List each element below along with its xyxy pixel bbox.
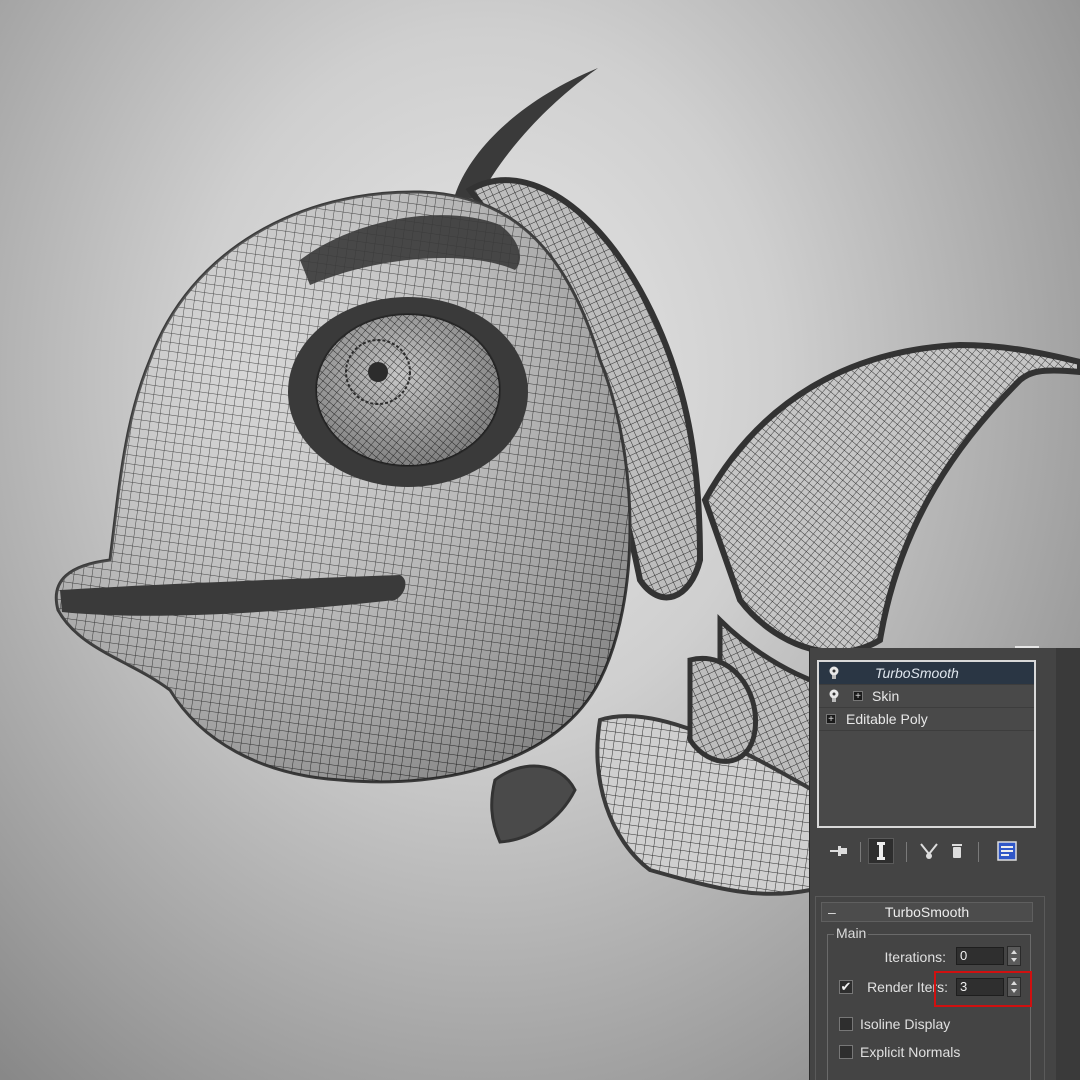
collapse-icon[interactable]: – xyxy=(828,903,836,921)
spinner-up-icon[interactable] xyxy=(1011,950,1017,954)
render-iters-checkbox[interactable]: ✔ xyxy=(839,980,853,994)
explicit-normals-label: Explicit Normals xyxy=(860,1044,961,1060)
iterations-spinner[interactable] xyxy=(1007,946,1021,966)
spinner-down-icon[interactable] xyxy=(1011,958,1017,962)
configure-modifier-sets-icon xyxy=(997,841,1017,861)
rollout-title: TurboSmooth xyxy=(884,904,970,920)
make-unique-button[interactable] xyxy=(916,838,942,864)
show-end-result-icon xyxy=(877,842,885,860)
stack-item-skin[interactable]: + Skin xyxy=(819,685,1034,708)
stack-item-label: TurboSmooth xyxy=(875,665,959,681)
stack-item-label: Editable Poly xyxy=(846,711,928,727)
pin-stack-icon xyxy=(830,846,847,856)
expand-plus-icon[interactable]: + xyxy=(826,714,836,725)
iterations-label: Iterations: xyxy=(884,949,946,965)
configure-modifier-sets-button[interactable] xyxy=(994,838,1020,864)
modify-panel: TurboSmooth + Skin + Editable Poly – Tur… xyxy=(809,648,1056,1080)
explicit-normals-checkbox[interactable] xyxy=(839,1045,853,1059)
remove-modifier-icon xyxy=(952,844,962,858)
modifier-stack-list[interactable]: TurboSmooth + Skin + Editable Poly xyxy=(817,660,1036,828)
remove-modifier-button[interactable] xyxy=(944,838,970,864)
make-unique-icon xyxy=(920,843,938,859)
turbosmooth-rollout-header[interactable]: – TurboSmooth xyxy=(821,902,1033,922)
panel-scrollbar[interactable] xyxy=(1055,648,1080,1080)
lightbulb-icon[interactable] xyxy=(828,689,840,703)
show-end-result-button[interactable] xyxy=(868,838,894,864)
iterations-input[interactable]: 0 xyxy=(956,947,1004,965)
toolbar-divider xyxy=(906,842,907,862)
expand-plus-icon[interactable]: + xyxy=(853,691,863,702)
isoline-display-label: Isoline Display xyxy=(860,1016,951,1032)
toolbar-divider xyxy=(860,842,861,862)
tail-fin-upper xyxy=(701,341,1080,656)
isoline-display-checkbox[interactable] xyxy=(839,1017,853,1031)
render-iters-highlight-box xyxy=(934,971,1032,1007)
stack-toolbar xyxy=(818,834,1048,868)
stack-item-label: Skin xyxy=(872,688,900,704)
stack-item-editable-poly[interactable]: + Editable Poly xyxy=(819,708,1034,731)
belly-fin xyxy=(490,764,577,844)
stack-item-turbosmooth[interactable]: TurboSmooth xyxy=(819,662,1034,685)
check-icon: ✔ xyxy=(840,979,852,994)
lightbulb-icon[interactable] xyxy=(828,666,840,680)
main-group-label: Main xyxy=(834,925,869,941)
toolbar-divider xyxy=(978,842,979,862)
pin-stack-button[interactable] xyxy=(826,838,852,864)
